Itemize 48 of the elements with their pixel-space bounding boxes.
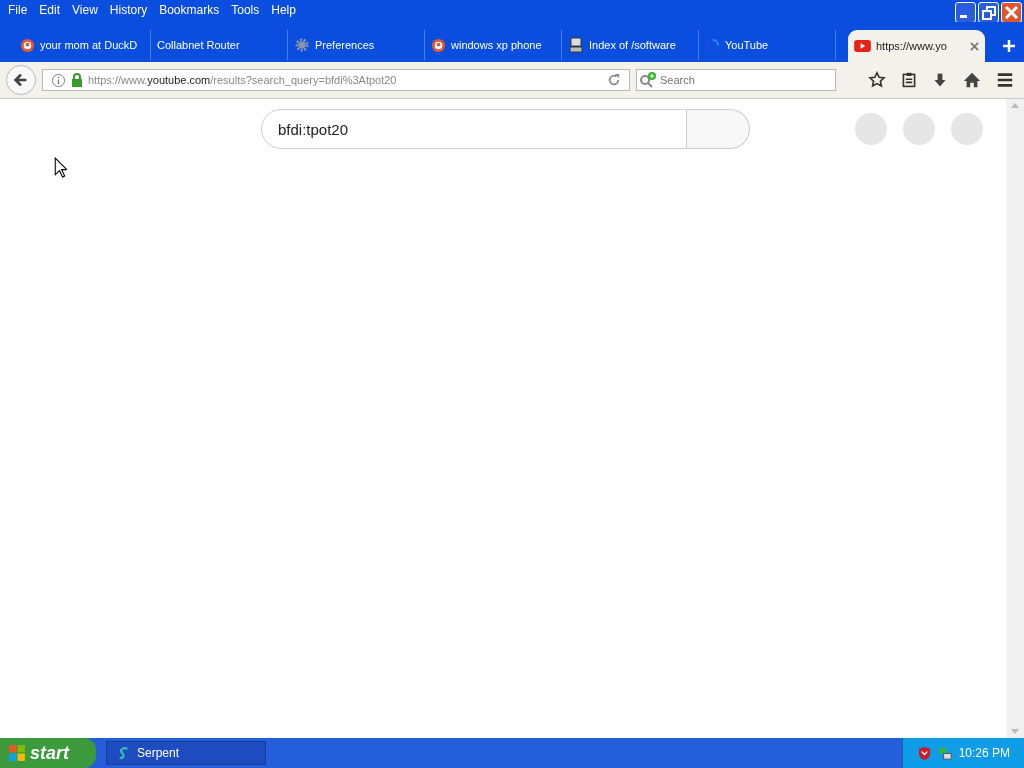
browser-tab[interactable]: windows xp phone — [425, 30, 562, 60]
duck-icon — [20, 37, 35, 53]
url-text: https://www.youtube.com/results?search_query=bfdi%3Atpot20 — [88, 74, 397, 86]
start-button[interactable]: start — [0, 738, 96, 768]
restore-icon — [981, 5, 996, 20]
menu-item[interactable]: Help — [265, 0, 302, 20]
reload-icon[interactable] — [607, 73, 621, 87]
menu-icon[interactable] — [996, 71, 1014, 89]
computer-icon — [568, 37, 584, 53]
gear-icon — [294, 37, 310, 53]
info-icon[interactable] — [51, 72, 66, 88]
minimize-button[interactable] — [955, 2, 976, 23]
browser-tab[interactable]: Index of /software — [562, 30, 699, 60]
address-bar[interactable]: https://www.youtube.com/results?search_query=bfdi%3Atpot20 — [42, 69, 630, 91]
menu-item[interactable]: History — [103, 0, 154, 20]
mouse-cursor-icon — [54, 157, 67, 178]
close-button[interactable] — [1001, 2, 1022, 23]
new-tab-button[interactable] — [1003, 40, 1015, 52]
loading-spinner-icon — [705, 37, 720, 53]
home-icon[interactable] — [963, 71, 981, 89]
browser-tab[interactable]: Collabnet Router — [151, 30, 288, 60]
back-button[interactable] — [6, 65, 36, 95]
bookmark-star-icon[interactable] — [868, 71, 886, 89]
duck-icon — [431, 37, 446, 53]
browser-tab[interactable]: https://www.yo — [848, 30, 985, 62]
restore-button[interactable] — [978, 2, 999, 23]
browser-tab[interactable]: YouTube — [699, 30, 836, 60]
menu-item[interactable]: Edit — [33, 0, 67, 20]
network-icon[interactable] — [937, 745, 953, 761]
shield-icon[interactable] — [916, 745, 932, 761]
close-tab-icon[interactable] — [970, 41, 979, 51]
windows-logo-icon — [8, 744, 26, 762]
menu-item[interactable]: Tools — [225, 0, 266, 20]
minimize-icon — [960, 15, 967, 18]
menu-item[interactable]: File — [2, 0, 34, 20]
taskbar-button[interactable]: Serpent — [106, 741, 266, 765]
youtube-icon — [854, 40, 871, 52]
menu-item[interactable]: Bookmarks — [153, 0, 226, 20]
snake-icon — [117, 746, 131, 760]
search-field[interactable]: Search — [636, 69, 836, 91]
lock-icon[interactable] — [71, 73, 83, 87]
browser-tab[interactable]: Preferences — [288, 30, 425, 60]
close-icon — [1005, 6, 1018, 19]
browser-tab[interactable]: your mom at DuckD — [14, 30, 151, 60]
search-field[interactable]: bfdi:tpot20 — [261, 109, 687, 149]
clipboard-icon[interactable] — [901, 72, 917, 88]
menu-item[interactable]: View — [66, 0, 104, 20]
download-icon[interactable] — [932, 72, 948, 88]
